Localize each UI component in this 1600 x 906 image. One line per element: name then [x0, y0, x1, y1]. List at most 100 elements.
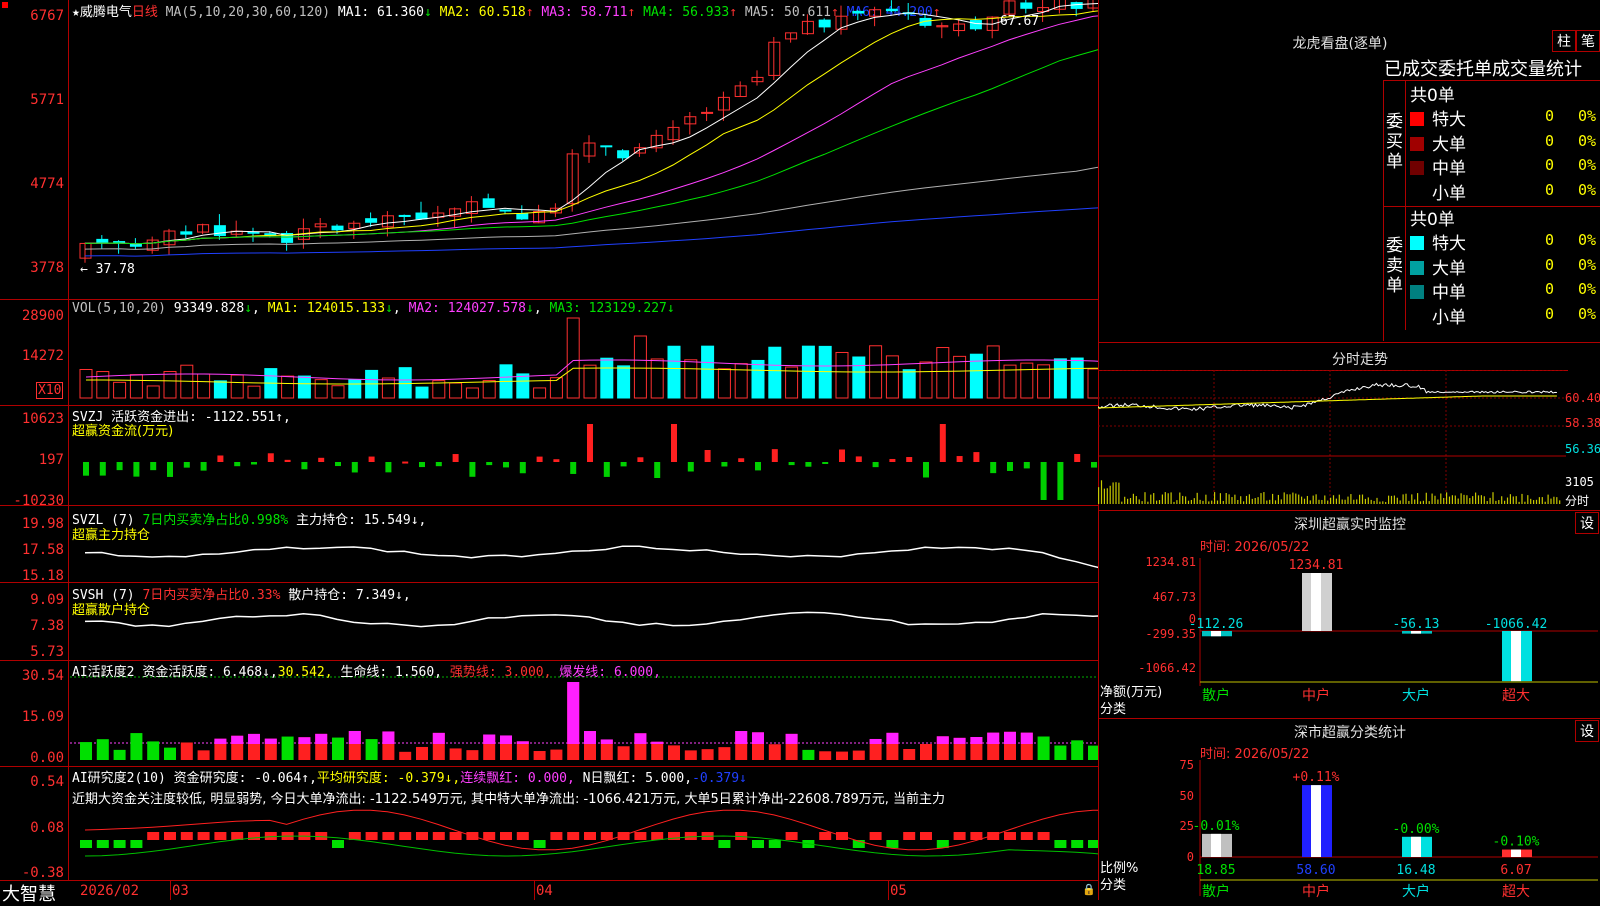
- volume-bar: [1053, 358, 1067, 399]
- intraday-volume-bar: [1434, 495, 1436, 504]
- intraday-canvas[interactable]: [1098, 370, 1568, 510]
- intraday-axis-label: 58.38: [1565, 416, 1600, 430]
- intraday-volume-bar: [1466, 495, 1468, 504]
- volume-bar: [667, 345, 681, 399]
- category-label: 中户: [1302, 883, 1330, 900]
- research-bar: [96, 840, 109, 848]
- activity-bar: [1054, 745, 1067, 760]
- category-label: 超大: [1502, 688, 1530, 704]
- intraday-volume-bar: [1443, 497, 1445, 504]
- intraday-volume-bar: [1260, 493, 1262, 504]
- activity-bar: [533, 751, 546, 760]
- brand-label[interactable]: 大智慧: [2, 880, 56, 906]
- change-label: +0.11%: [1293, 770, 1340, 785]
- dragon-tiger-row: 小单: [1410, 179, 1466, 204]
- intraday-volume-bar: [1396, 497, 1398, 504]
- axis-tick-label: 50: [1180, 789, 1194, 803]
- activity-bar-top: [298, 737, 311, 744]
- intraday-volume-bar: [1124, 496, 1126, 504]
- intraday-volume-bar: [1506, 497, 1509, 504]
- fund-flow-bar: [1007, 462, 1013, 471]
- intraday-volume-bar: [1402, 494, 1404, 504]
- sz-class-settings-button[interactable]: 设: [1575, 720, 1599, 742]
- volume-bar: [348, 379, 362, 399]
- sz-monitor-axis-sub: 分类: [1100, 702, 1127, 717]
- research-bar: [634, 832, 647, 840]
- research-bar: [80, 840, 92, 848]
- svzj-bars: [83, 424, 1097, 500]
- candle-body: [1070, 2, 1083, 9]
- intraday-volume-bar: [1112, 482, 1114, 504]
- intraday-volume-bar: [1315, 494, 1317, 504]
- sell-side-label: 委卖单: [1386, 236, 1403, 296]
- fund-flow-bar: [368, 456, 375, 462]
- dragon-tiger-subtitle: 已成交委托单成交量统计: [1384, 59, 1582, 80]
- intraday-volume-bar: [1379, 501, 1381, 504]
- pen-view-button[interactable]: 笔: [1576, 30, 1600, 52]
- ma-line: [84, 10, 1098, 245]
- volume-bar: [482, 380, 496, 399]
- fund-flow-bar: [536, 456, 543, 462]
- dragon-tiger-title: 龙虎看盘(逐单): [1292, 36, 1388, 52]
- candle-body: [1020, 2, 1033, 9]
- category-label: 中户: [1302, 687, 1330, 704]
- intraday-volume-bar: [1234, 494, 1236, 504]
- x-axis-label: 03: [172, 883, 189, 899]
- research-bar: [483, 832, 496, 840]
- intraday-volume-bar: [1501, 496, 1503, 504]
- row-value: 0: [1545, 231, 1555, 249]
- volume-bar: [163, 371, 177, 399]
- row-label: 中单: [1432, 159, 1466, 179]
- research-bar: [819, 832, 832, 840]
- research-bar: [1071, 840, 1084, 848]
- intraday-volume-bar: [1103, 488, 1105, 504]
- intraday-volume-bar: [1280, 499, 1282, 504]
- volume-bar: [684, 359, 698, 399]
- intraday-volume-bar: [1480, 495, 1482, 504]
- row-value: 0: [1545, 107, 1555, 125]
- intraday-volume-bar: [1257, 497, 1259, 504]
- intraday-volume-bar: [1167, 493, 1169, 504]
- lock-icon[interactable]: 🔒: [1082, 883, 1096, 896]
- intraday-volume-bar: [1098, 487, 1100, 504]
- fund-flow-bar: [183, 462, 190, 468]
- dragon-tiger-row: 大单: [1410, 130, 1466, 155]
- fund-flow-bar: [1023, 462, 1030, 469]
- svsh-line: [84, 611, 1098, 628]
- svzj-axis-label: -10230: [13, 493, 64, 509]
- fund-flow-bar: [419, 462, 425, 468]
- research-bar: [617, 832, 630, 840]
- intraday-volume-bar: [1115, 482, 1117, 504]
- chart-canvas[interactable]: [0, 0, 1098, 880]
- intraday-volume-bar: [1521, 493, 1523, 504]
- intraday-axis-label: 60.40: [1565, 391, 1600, 405]
- bar-value-label: 1234.81: [1289, 558, 1344, 573]
- row-percent: 0%: [1578, 231, 1597, 249]
- column-view-button[interactable]: 柱: [1552, 30, 1576, 52]
- change-label: -0.00%: [1393, 822, 1440, 837]
- category-label: 散户: [1202, 883, 1230, 900]
- intraday-volume-bar: [1405, 493, 1407, 504]
- sz-monitor-bars: 1234.81467.730-299.35-1066.42-112.26散户12…: [1138, 555, 1598, 704]
- x-axis-label: 04: [536, 883, 553, 899]
- color-swatch: [1410, 136, 1424, 151]
- activity-bar: [668, 745, 680, 760]
- candle-body: [365, 218, 378, 223]
- intraday-volume-bar: [1243, 501, 1245, 504]
- activity-bar: [281, 736, 294, 760]
- fund-flow-bar: [939, 424, 946, 462]
- ai-active-axis-label: 15.09: [21, 709, 64, 725]
- ma-line: [84, 3, 1098, 245]
- intraday-volume-bar: [1495, 500, 1497, 504]
- category-label: 大户: [1402, 883, 1430, 900]
- volume-bar: [1020, 362, 1034, 399]
- activity-bar: [332, 737, 344, 760]
- candle-body: [415, 212, 428, 220]
- activity-bar: [617, 746, 630, 760]
- research-bar: [214, 832, 227, 840]
- axis-tick-label: 75: [1180, 758, 1194, 772]
- activity-bar: [113, 749, 126, 760]
- volume-ma-line: [85, 367, 1098, 385]
- volume-bar: [818, 345, 832, 399]
- row-value: 0: [1545, 156, 1555, 174]
